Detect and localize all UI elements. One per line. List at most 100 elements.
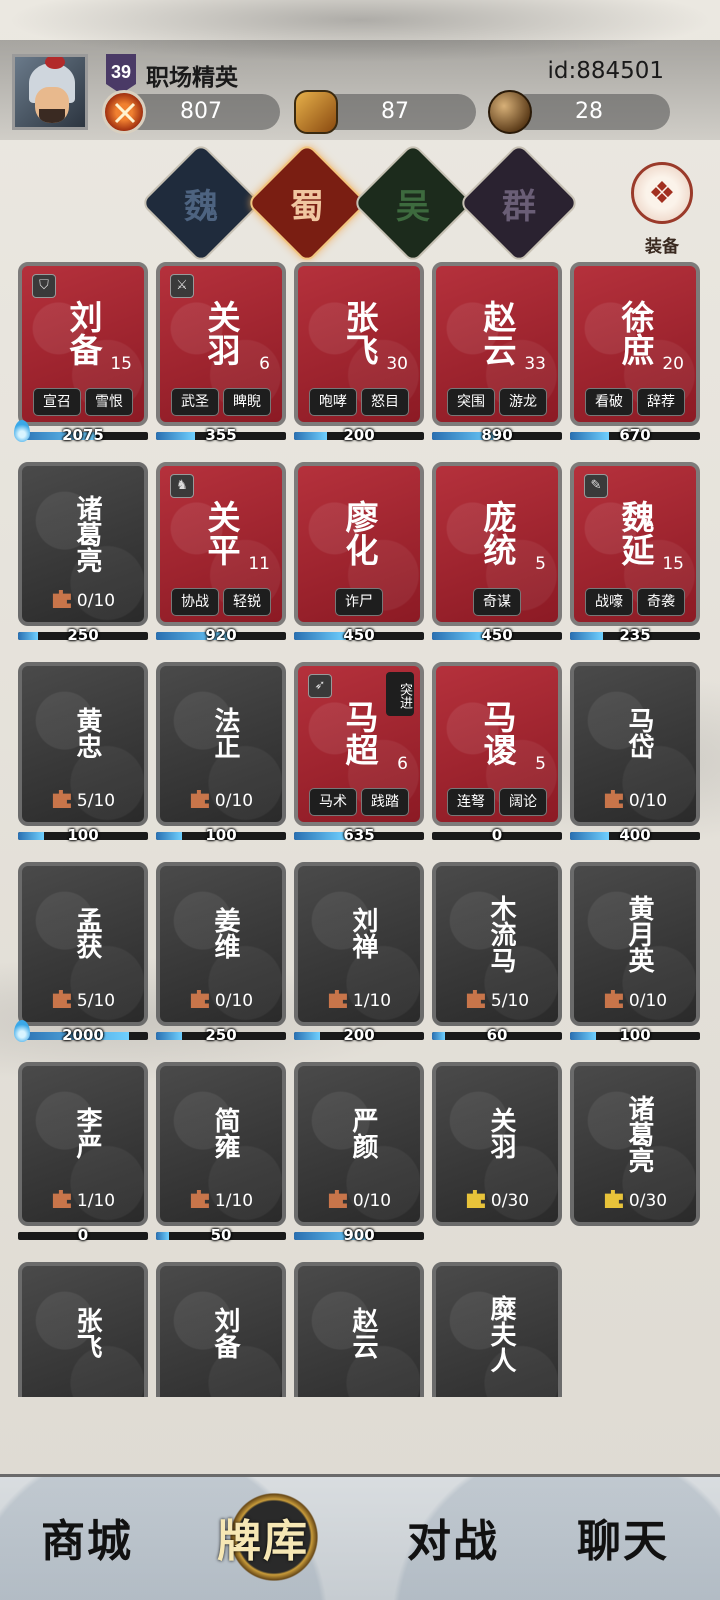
hero-card[interactable]: 马谡 5 连弩 阔论 0	[432, 662, 562, 850]
resource-orb-value: 28	[508, 94, 670, 130]
hero-card[interactable]: 徐庶 20 看破 辞荐 670	[570, 262, 700, 450]
nav-shop[interactable]: 商城	[12, 1497, 162, 1577]
puzzle-piece-icon	[466, 1190, 485, 1208]
skill-tag[interactable]: 看破	[585, 388, 633, 416]
skill-tag[interactable]: 践踏	[361, 788, 409, 816]
hero-card[interactable]: 黄月英 0/10 100	[570, 862, 700, 1050]
skill-tag[interactable]: 突围	[447, 388, 495, 416]
nav-label: 聊天	[577, 1516, 669, 1567]
skill-tag[interactable]: 奇谋	[473, 588, 521, 616]
axe-icon: ⚔	[170, 274, 194, 298]
orb-icon[interactable]	[488, 90, 532, 134]
hero-card[interactable]: 赵云 33 突围 游龙 890	[432, 262, 562, 450]
skill-tag[interactable]: 连弩	[447, 788, 495, 816]
hero-card[interactable]: 诸葛亮 0/30	[570, 1062, 700, 1250]
card-face: 庞统 5 奇谋	[432, 462, 562, 626]
hero-card[interactable]: 关平 ♞ 11 协战 轻锐 920	[156, 462, 286, 650]
skill-list: 武圣 睥睨	[170, 388, 272, 416]
puzzle-piece-icon	[52, 590, 71, 608]
hero-card[interactable]: 木流马 5/10 60	[432, 862, 562, 1050]
fragment-text: 0/30	[490, 1191, 530, 1211]
nav-label: 牌库	[217, 1516, 309, 1567]
fragment-text: 0/10	[628, 791, 668, 811]
skill-tag[interactable]: 轻锐	[223, 588, 271, 616]
card-face: 魏延 ✎ 15 战嚎 奇袭	[570, 462, 700, 626]
hero-card[interactable]: 刘禅 1/10 200	[294, 862, 424, 1050]
hero-name: 木流马	[486, 895, 516, 973]
skill-tag[interactable]: 辞荐	[637, 388, 685, 416]
fragment-count: 0/10	[160, 990, 282, 1011]
fragment-count: 0/10	[22, 590, 144, 611]
card-face: 赵云	[294, 1262, 424, 1397]
skill-tag[interactable]: 马术	[309, 788, 357, 816]
hero-level: 6	[397, 754, 408, 774]
card-face: 关平 ♞ 11 协战 轻锐	[156, 462, 286, 626]
hero-card[interactable]: 糜夫人	[432, 1262, 562, 1397]
puzzle-piece-icon	[52, 1190, 71, 1208]
hero-level: 15	[662, 554, 684, 574]
skill-tag[interactable]: 奇袭	[637, 588, 685, 616]
hero-name: 刘备	[64, 300, 103, 366]
progress-value: 0	[491, 826, 503, 844]
skill-tag[interactable]: 宣召	[33, 388, 81, 416]
hero-card[interactable]: 张飞 30 咆哮 怒目 200	[294, 262, 424, 450]
hero-card[interactable]: 孟获 5/10 2000	[14, 862, 148, 1050]
hero-card[interactable]: 马岱 0/10 400	[570, 662, 700, 850]
card-face: 黄忠 5/10	[18, 662, 148, 826]
fragment-count: 5/10	[22, 990, 144, 1011]
skill-tag[interactable]: 雪恨	[85, 388, 133, 416]
hero-card[interactable]: 刘备 ⛉ 15 宣召 雪恨 2075	[14, 262, 148, 450]
nav-battle[interactable]: 对战	[378, 1497, 528, 1577]
hero-name: 张飞	[340, 300, 379, 366]
hero-card[interactable]: 法正 0/10 100	[156, 662, 286, 850]
skill-tag[interactable]: 咆哮	[309, 388, 357, 416]
skill-tag[interactable]: 阔论	[499, 788, 547, 816]
hero-card[interactable]: 严颜 0/10 900	[294, 1062, 424, 1250]
card-face: 姜维 0/10	[156, 862, 286, 1026]
hero-name: 马谡	[478, 700, 517, 766]
skill-tag[interactable]: 诈尸	[335, 588, 383, 616]
hero-card[interactable]: 关羽 0/30	[432, 1062, 562, 1250]
skill-tag[interactable]: 协战	[171, 588, 219, 616]
horse-icon: ♞	[170, 474, 194, 498]
skill-tag[interactable]: 武圣	[171, 388, 219, 416]
hero-name: 关羽	[202, 300, 241, 366]
equip-button[interactable]: ❖ 装备	[626, 162, 698, 258]
progress-value: 250	[205, 1026, 237, 1044]
card-face: 刘禅 1/10	[294, 862, 424, 1026]
fragment-count: 0/10	[574, 990, 696, 1011]
hero-name: 关平	[202, 500, 241, 566]
hero-name: 严颜	[348, 1107, 378, 1159]
hero-card[interactable]: 刘备	[156, 1262, 286, 1397]
hero-card[interactable]: 赵云	[294, 1262, 424, 1397]
scroll-icon[interactable]	[294, 90, 338, 134]
skill-tag[interactable]: 游龙	[499, 388, 547, 416]
crossed-swords-icon[interactable]	[102, 90, 146, 134]
fragment-count: 1/10	[298, 990, 420, 1011]
hero-card[interactable]: 关羽 ⚔ 6 武圣 睥睨 355	[156, 262, 286, 450]
hero-card[interactable]: 魏延 ✎ 15 战嚎 奇袭 235	[570, 462, 700, 650]
hero-card[interactable]: 马超 ➶ 突进 6 马术 践踏 635	[294, 662, 424, 850]
card-face: 赵云 33 突围 游龙	[432, 262, 562, 426]
hero-name: 刘备	[210, 1307, 240, 1359]
hero-card[interactable]: 诸葛亮 0/10 250	[18, 462, 148, 650]
card-face: 糜夫人	[432, 1262, 562, 1397]
card-face: 李严 1/10	[18, 1062, 148, 1226]
hero-card[interactable]: 黄忠 5/10 100	[18, 662, 148, 850]
skill-tag[interactable]: 睥睨	[223, 388, 271, 416]
player-avatar[interactable]	[12, 54, 88, 130]
hero-card[interactable]: 张飞	[18, 1262, 148, 1397]
hero-card[interactable]: 李严 1/10 0	[18, 1062, 148, 1250]
skill-tag[interactable]: 怒目	[361, 388, 409, 416]
hero-card[interactable]: 庞统 5 奇谋 450	[432, 462, 562, 650]
nav-card-library[interactable]: 牌库	[188, 1491, 338, 1583]
hero-card[interactable]: 姜维 0/10 250	[156, 862, 286, 1050]
hero-card[interactable]: 廖化 诈尸 450	[294, 462, 424, 650]
hero-name: 李严	[72, 1107, 102, 1159]
hero-card[interactable]: 简雍 1/10 50	[156, 1062, 286, 1250]
nav-chat[interactable]: 聊天	[548, 1497, 698, 1577]
skill-list: 突围 游龙	[446, 388, 548, 416]
faction-label: 魏	[184, 186, 218, 227]
card-face: 孟获 5/10	[18, 862, 148, 1026]
skill-tag[interactable]: 战嚎	[585, 588, 633, 616]
